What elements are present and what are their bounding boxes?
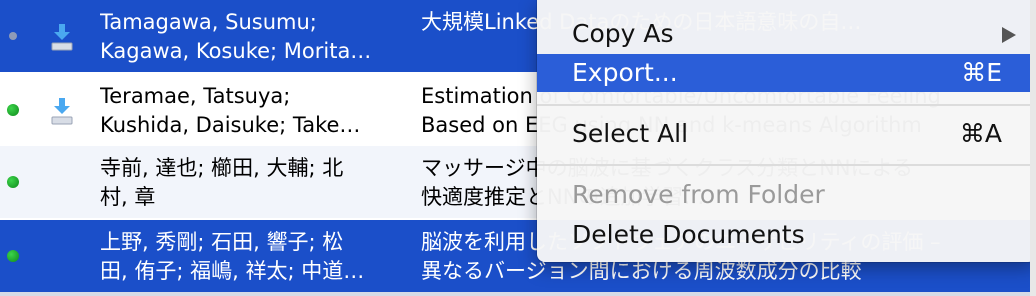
divider: [0, 292, 1036, 296]
authors-cell: Teramae, Tatsuya; Kushida, Daisuke; Take…: [100, 82, 400, 140]
menu-item-label: Copy As: [572, 19, 674, 48]
menu-item-remove-from-folder: Remove from Folder: [537, 176, 1036, 214]
scrollbar-track[interactable]: [1030, 0, 1036, 296]
authors-line: 寺前, 達也; 櫛田, 大輔; 北: [100, 156, 344, 180]
authors-line: Teramae, Tatsuya;: [100, 84, 291, 108]
menu-item-shortcut: ⌘E: [961, 58, 1002, 87]
menu-item-label: Delete Documents: [572, 220, 805, 249]
authors-line: Kushida, Daisuke; Take…: [100, 113, 361, 137]
menu-separator: [537, 164, 1036, 166]
authors-line: Kagawa, Kosuke; Morita…: [100, 39, 372, 63]
authors-line: Tamagawa, Susumu;: [100, 10, 317, 34]
authors-line: 田, 侑子; 福嶋, 祥太; 中道…: [100, 259, 365, 283]
menu-item-label: Export...: [572, 58, 678, 87]
menu-item-copy-as[interactable]: Copy As: [537, 15, 1036, 53]
download-icon: [51, 98, 73, 125]
authors-cell: 寺前, 達也; 櫛田, 大輔; 北 村, 章: [100, 154, 400, 212]
status-dot-icon: [9, 32, 17, 40]
menu-item-delete-documents[interactable]: Delete Documents: [537, 216, 1036, 254]
authors-line: 上野, 秀剛; 石田, 響子; 松: [100, 230, 344, 254]
context-menu: Copy As Export... ⌘E Select All ⌘A Remov…: [537, 0, 1036, 262]
status-dot-icon: [7, 176, 19, 188]
submenu-arrow-icon: [1002, 27, 1016, 43]
download-icon: [51, 24, 73, 51]
menu-item-label: Remove from Folder: [572, 180, 825, 209]
authors-cell: 上野, 秀剛; 石田, 響子; 松 田, 侑子; 福嶋, 祥太; 中道…: [100, 228, 400, 286]
authors-cell: Tamagawa, Susumu; Kagawa, Kosuke; Morita…: [100, 8, 400, 66]
menu-item-export[interactable]: Export... ⌘E: [537, 54, 1036, 92]
menu-item-label: Select All: [572, 119, 689, 148]
menu-item-select-all[interactable]: Select All ⌘A: [537, 115, 1036, 153]
menu-separator: [537, 104, 1036, 106]
menu-item-shortcut: ⌘A: [959, 119, 1002, 148]
status-dot-icon: [7, 104, 19, 116]
authors-line: 村, 章: [100, 185, 156, 209]
status-dot-icon: [7, 250, 19, 262]
